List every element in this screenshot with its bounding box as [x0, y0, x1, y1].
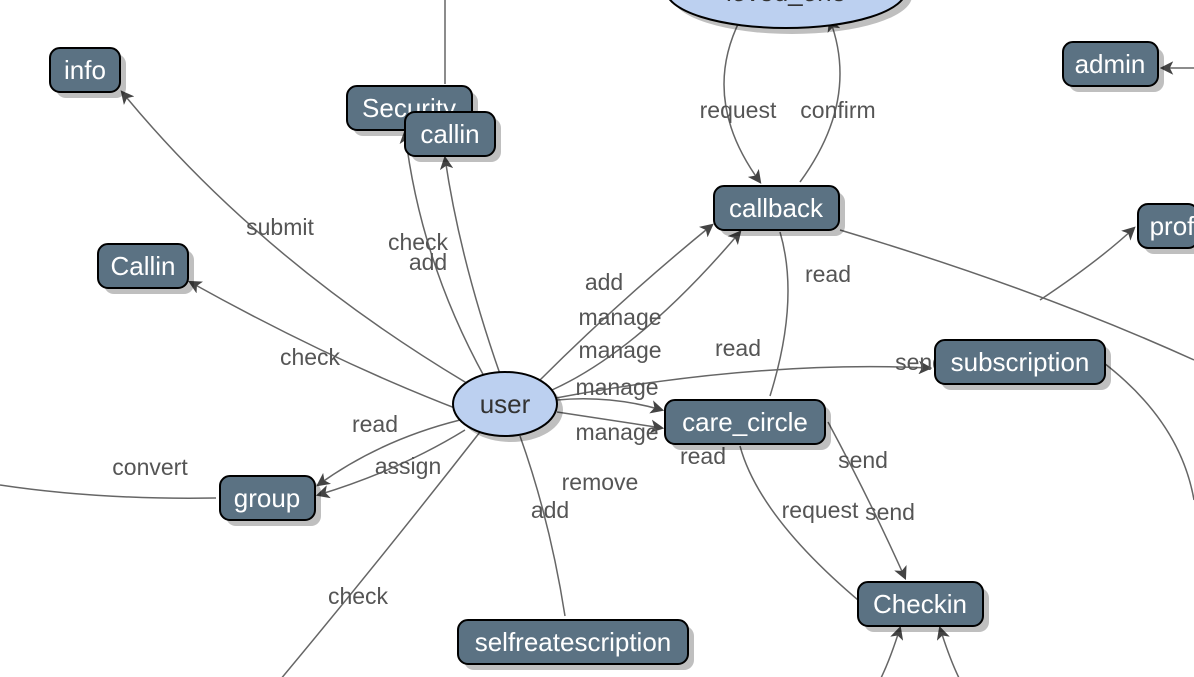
- node-callin2-label: callin: [420, 119, 479, 149]
- edge-label-request: request: [700, 97, 777, 123]
- node-loved-one-label: loved_one: [726, 0, 846, 7]
- node-prof-label: prof: [1150, 211, 1194, 241]
- edge-label-read2: read: [715, 335, 761, 361]
- edge-label-add3: add: [531, 497, 569, 523]
- edge-label-manage1: manage: [578, 304, 661, 330]
- diagram-canvas: request confirm submit check check add c…: [0, 0, 1194, 677]
- edge-label-read1: read: [805, 261, 851, 287]
- node-care-circle-label: care_circle: [682, 407, 808, 437]
- edge-label-request2: request: [782, 497, 859, 523]
- edge-label-check3: check: [328, 583, 389, 609]
- edge-label-send2: send: [838, 447, 888, 473]
- edge-label-assign: assign: [375, 453, 441, 479]
- node-checkin-label: Checkin: [873, 589, 967, 619]
- node-user-label: user: [480, 389, 531, 419]
- edge-label-manage4: manage: [575, 419, 658, 445]
- node-callback-label: callback: [729, 193, 824, 223]
- node-info-label: info: [64, 55, 106, 85]
- edge-label-add2: add: [585, 269, 623, 295]
- edge-label-convert: convert: [112, 454, 188, 480]
- edge-label-send3: send: [865, 499, 915, 525]
- node-group-label: group: [234, 483, 301, 513]
- node-selfsub-label: selfreatescription: [475, 627, 672, 657]
- edge-label-add1: add: [409, 249, 447, 275]
- edge-label-remove: remove: [562, 469, 639, 495]
- edge-label-manage3: manage: [575, 374, 658, 400]
- node-admin-label: admin: [1075, 49, 1146, 79]
- nodes: info Security callin admin loved_one cal…: [50, 0, 1194, 670]
- node-callin1-label: Callin: [110, 251, 175, 281]
- node-subscription-label: subscription: [951, 347, 1090, 377]
- edge-label-check2: check: [280, 344, 341, 370]
- edge-label-manage2: manage: [578, 337, 661, 363]
- edge-label-read4: read: [352, 411, 398, 437]
- edge-label-confirm: confirm: [800, 97, 875, 123]
- edge-label-submit: submit: [246, 214, 314, 240]
- edges: request confirm submit check check add c…: [0, 0, 1194, 677]
